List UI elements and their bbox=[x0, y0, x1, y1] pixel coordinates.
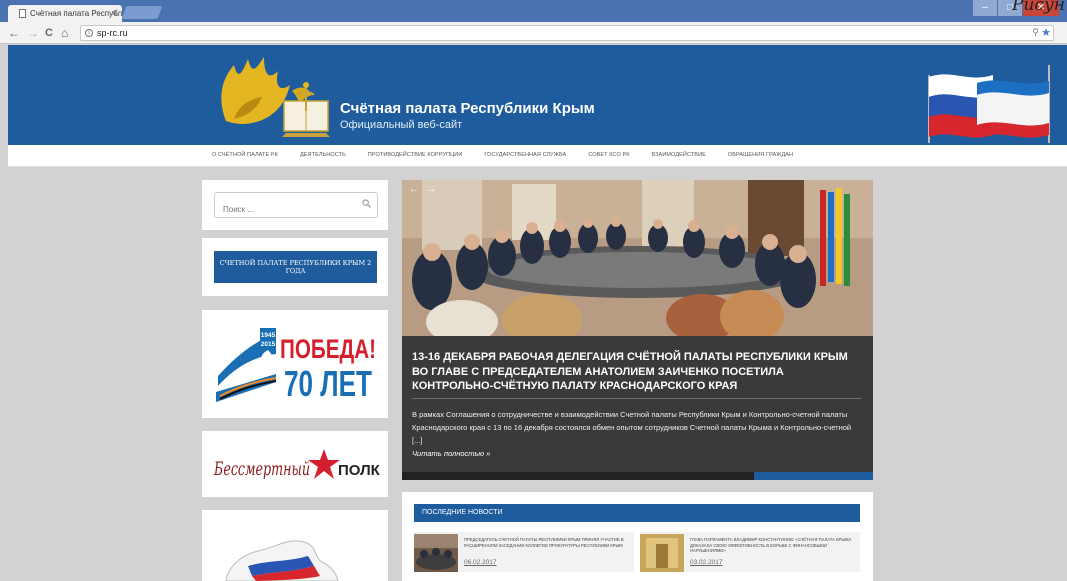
progress-active-segment[interactable] bbox=[754, 472, 873, 480]
browser-tab-bar: Счётная палата Республ × – □ ✕ Рисун bbox=[0, 0, 1067, 22]
url-input[interactable]: i sp-rc.ru ⚲ ★ bbox=[80, 25, 1054, 41]
search-icon[interactable] bbox=[362, 199, 371, 208]
nav-item-appeals[interactable]: ОБРАЩЕНИЯ ГРАЖДАН bbox=[728, 152, 793, 158]
anniversary-widget: СЧЕТНОЙ ПАЛАТЕ РЕСПУБЛИКИ КРЫМ 2 ГОДА bbox=[202, 238, 388, 296]
immortal-regiment-banner-box: Бессмертный ПОЛК bbox=[202, 431, 388, 497]
polk-word: ПОЛК bbox=[338, 462, 380, 479]
nav-item-anticorruption[interactable]: ПРОТИВОДЕЙСТВИЕ КОРРУПЦИИ bbox=[368, 152, 463, 158]
nav-item-council[interactable]: СОВЕТ КСО РК bbox=[588, 152, 629, 158]
news-date[interactable]: 03.02.2017 bbox=[690, 559, 723, 566]
corner-caption: Рисун bbox=[1012, 0, 1065, 15]
news-slider: ← → 13-16 декабря рабочая делегация Счёт… bbox=[402, 180, 873, 480]
victory-line-2: 70 ЛЕТ bbox=[284, 363, 372, 402]
crimea-map-banner[interactable] bbox=[218, 526, 368, 581]
news-item[interactable]: Глава Парламента Владимир Константинов: … bbox=[640, 532, 860, 572]
search-widget bbox=[202, 180, 388, 230]
news-thumbnail[interactable] bbox=[414, 534, 458, 572]
nav-item-activity[interactable]: ДЕЯТЕЛЬНОСТЬ bbox=[300, 152, 346, 158]
polk-script-text: Бессмертный bbox=[213, 458, 310, 480]
site-subtitle: Официальный веб-сайт bbox=[340, 119, 463, 131]
victory-line-1: ПОБЕДА! bbox=[280, 334, 376, 364]
address-bar: ← → C ⌂ i sp-rc.ru ⚲ ★ ⋮ bbox=[0, 22, 1067, 61]
crimea-map-banner-box bbox=[202, 510, 388, 581]
victory-year-end: 2015 bbox=[261, 341, 276, 348]
slider-progress-bar bbox=[402, 472, 873, 480]
url-text: sp-rc.ru bbox=[97, 28, 128, 38]
site-header: Счётная палата Республики Крым Официальн… bbox=[8, 45, 1067, 145]
tab-title: Счётная палата Республ bbox=[30, 9, 122, 18]
news-title[interactable]: Глава Парламента Владимир Константинов: … bbox=[690, 537, 858, 554]
victory-year-start: 1945 bbox=[261, 332, 276, 339]
slide-divider bbox=[412, 398, 862, 399]
griffin-emblem-logo[interactable] bbox=[208, 51, 336, 139]
site-title[interactable]: Счётная палата Республики Крым bbox=[340, 100, 595, 117]
tab-close-icon[interactable]: × bbox=[112, 8, 117, 18]
progress-track bbox=[402, 472, 754, 480]
new-tab-button[interactable] bbox=[121, 6, 163, 19]
nav-item-civil-service[interactable]: ГОСУДАРСТВЕННАЯ СЛУЖБА bbox=[484, 152, 566, 158]
bookmark-star-icon[interactable]: ★ bbox=[1041, 26, 1051, 39]
home-icon[interactable]: ⌂ bbox=[61, 25, 68, 41]
page-icon bbox=[19, 9, 26, 18]
flags-image bbox=[928, 65, 1050, 143]
victory-70-banner-box: 1945 2015 ПОБЕДА! 70 ЛЕТ bbox=[202, 310, 388, 418]
anniversary-button[interactable]: СЧЕТНОЙ ПАЛАТЕ РЕСПУБЛИКИ КРЫМ 2 ГОДА bbox=[214, 251, 377, 283]
zoom-icon[interactable]: ⚲ bbox=[1032, 27, 1039, 38]
minimize-icon[interactable]: – bbox=[973, 0, 997, 16]
search-input[interactable] bbox=[214, 192, 378, 218]
latest-news-widget: Последние новости Председатель Счетной п… bbox=[402, 492, 873, 581]
news-title[interactable]: Председатель Счетной палаты Республики К… bbox=[464, 537, 632, 548]
forward-icon[interactable]: → bbox=[27, 25, 39, 41]
victory-70-years-banner[interactable]: 1945 2015 ПОБЕДА! 70 ЛЕТ bbox=[216, 326, 376, 402]
nav-item-about[interactable]: О СЧЁТНОЙ ПАЛАТЕ РК bbox=[212, 152, 278, 158]
reload-icon[interactable]: C bbox=[45, 25, 53, 41]
immortal-regiment-banner[interactable]: Бессмертный ПОЛК bbox=[212, 445, 380, 485]
slider-prev-arrow[interactable]: ← bbox=[407, 184, 421, 195]
latest-news-header: Последние новости bbox=[414, 504, 860, 522]
news-thumbnail[interactable] bbox=[640, 534, 684, 572]
main-navigation: О СЧЁТНОЙ ПАЛАТЕ РК ДЕЯТЕЛЬНОСТЬ ПРОТИВО… bbox=[8, 145, 1067, 167]
read-more-link[interactable]: Читать полностью » bbox=[412, 449, 490, 458]
nav-item-cooperation[interactable]: ВЗАИМОДЕЙСТВИЕ bbox=[652, 152, 706, 158]
news-date[interactable]: 06.02.2017 bbox=[464, 559, 497, 566]
slide-excerpt: В рамках Соглашения о сотрудничестве и в… bbox=[412, 410, 852, 445]
slider-next-arrow[interactable]: → bbox=[424, 184, 438, 195]
back-icon[interactable]: ← bbox=[8, 25, 20, 41]
slide-title[interactable]: 13-16 декабря рабочая делегация Счётной … bbox=[412, 350, 864, 394]
browser-tab[interactable]: Счётная палата Республ × bbox=[8, 5, 122, 22]
slide-caption: 13-16 декабря рабочая делегация Счётной … bbox=[402, 336, 873, 480]
news-item[interactable]: Председатель Счетной палаты Республики К… bbox=[414, 532, 634, 572]
info-icon[interactable]: i bbox=[85, 29, 93, 37]
meeting-photo[interactable] bbox=[402, 180, 873, 336]
